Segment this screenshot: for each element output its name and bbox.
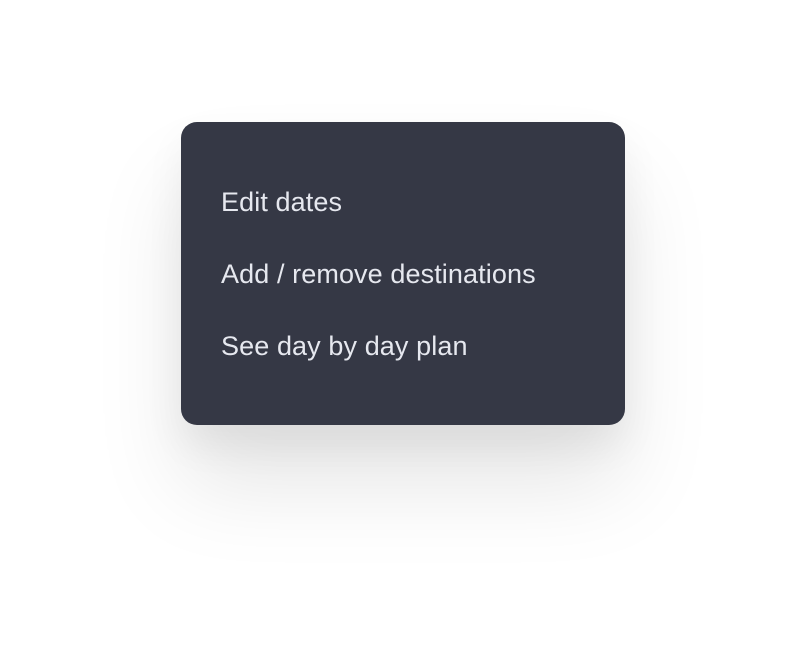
menu-item-day-by-day-plan[interactable]: See day by day plan <box>221 325 625 367</box>
trip-options-menu: Edit dates Add / remove destinations See… <box>181 122 625 425</box>
menu-item-edit-dates[interactable]: Edit dates <box>221 181 625 223</box>
menu-item-add-remove-destinations[interactable]: Add / remove destinations <box>221 253 625 295</box>
